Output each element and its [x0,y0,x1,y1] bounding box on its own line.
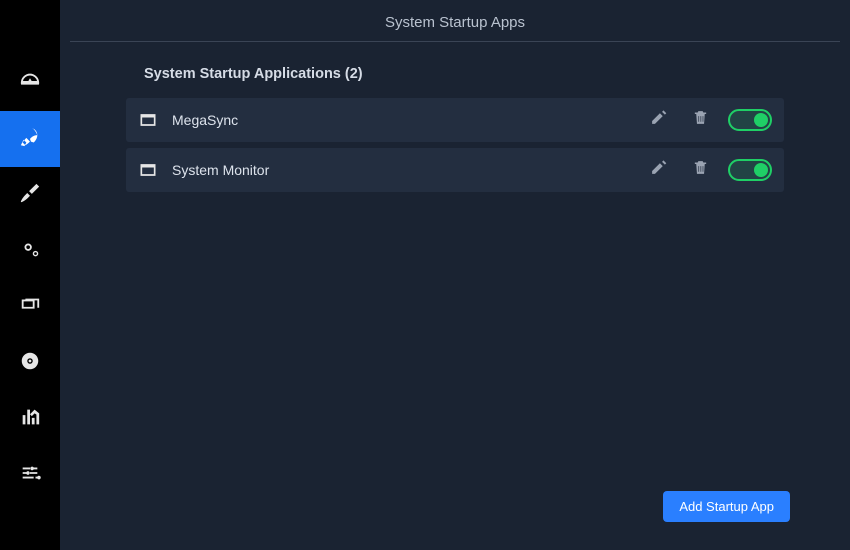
enable-toggle[interactable] [728,109,772,131]
app-name-label: System Monitor [172,162,630,178]
sidebar-item-cleaner[interactable] [0,167,60,223]
disk-icon [19,350,41,377]
app-row[interactable]: MegaSync [126,98,784,142]
gears-icon [19,238,41,265]
rocket-icon [19,126,41,153]
edit-button[interactable] [644,106,672,134]
sidebar-item-processes[interactable] [0,279,60,335]
sidebar-item-packages[interactable] [0,335,60,391]
sidebar-item-startup[interactable] [0,111,60,167]
enable-toggle[interactable] [728,159,772,181]
broom-icon [19,182,41,209]
divider [70,41,840,42]
add-startup-app-button[interactable]: Add Startup App [663,491,790,522]
pencil-icon [650,109,667,131]
pencil-icon [650,159,667,181]
app-list: MegaSync System Monitor [70,98,840,192]
sidebar [0,0,60,550]
page-title: System Startup Apps [70,10,840,41]
app-name-label: MegaSync [172,112,630,128]
chart-icon [19,406,41,433]
window-icon [138,110,158,130]
window-stack-icon [19,294,41,321]
sliders-icon [19,462,41,489]
toggle-knob [754,163,768,177]
edit-button[interactable] [644,156,672,184]
section-title: System Startup Applications (2) [70,66,840,82]
sidebar-item-dashboard[interactable] [0,55,60,111]
delete-button[interactable] [686,106,714,134]
window-icon [138,160,158,180]
toggle-knob [754,113,768,127]
sidebar-item-resources[interactable] [0,391,60,447]
main-content: System Startup Apps System Startup Appli… [60,0,850,550]
trash-icon [692,109,709,131]
delete-button[interactable] [686,156,714,184]
trash-icon [692,159,709,181]
app-row[interactable]: System Monitor [126,148,784,192]
gauge-icon [19,70,41,97]
sidebar-item-settings[interactable] [0,447,60,503]
sidebar-item-services[interactable] [0,223,60,279]
